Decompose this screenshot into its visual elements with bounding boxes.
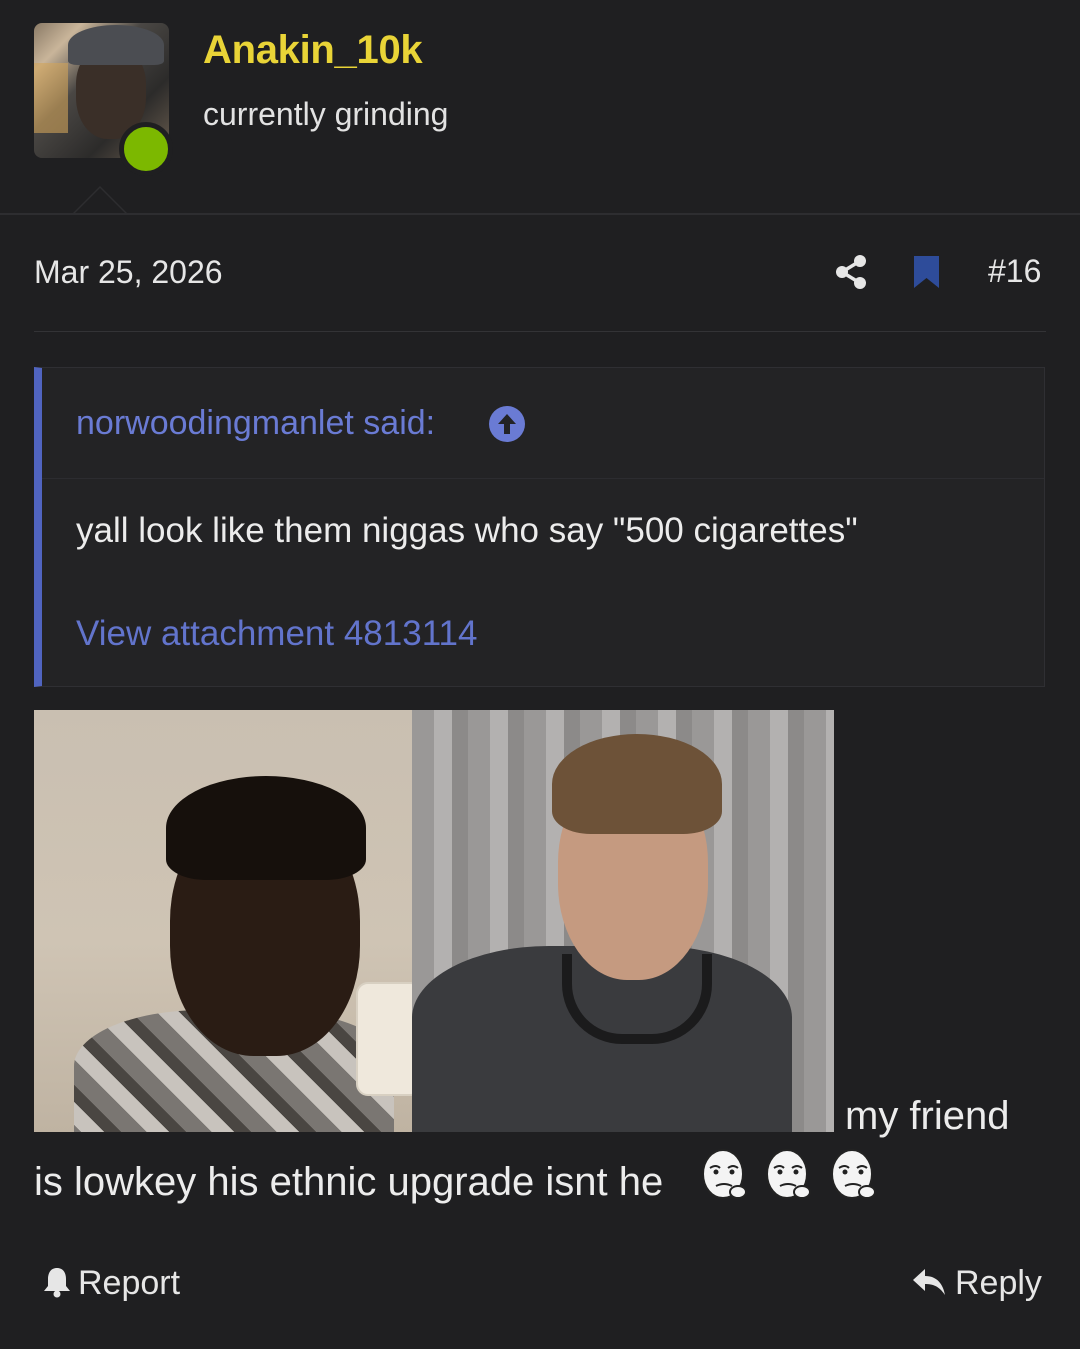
- reply-arrow-icon: [913, 1269, 945, 1295]
- report-label: Report: [78, 1264, 181, 1302]
- thinking-face-emoji-icon: [702, 1149, 747, 1199]
- view-attachment-link[interactable]: View attachment 4813114: [76, 614, 478, 654]
- photo-right: [412, 710, 834, 1132]
- post-date[interactable]: Mar 25, 2026: [34, 254, 223, 291]
- header-pointer: [72, 186, 128, 214]
- quote-author-link[interactable]: norwoodingmanlet said:: [76, 404, 435, 443]
- report-button[interactable]: Report: [42, 1264, 180, 1303]
- post-text: is lowkey his ethnic upgrade isnt he: [34, 1160, 664, 1204]
- header-divider: [0, 213, 1080, 215]
- user-title: currently grinding: [203, 96, 449, 132]
- post-text-inline: my friend: [845, 1094, 1010, 1138]
- post-header: Anakin_10k currently grinding: [0, 0, 1080, 215]
- attached-image[interactable]: [34, 710, 834, 1132]
- thinking-face-emoji-icon: [766, 1149, 812, 1199]
- reply-label: Reply: [955, 1264, 1042, 1302]
- share-icon[interactable]: [834, 254, 868, 290]
- emoji-row: [698, 1148, 887, 1202]
- arrow-up-circle-icon[interactable]: [488, 405, 526, 443]
- bell-icon: [44, 1268, 70, 1298]
- bookmark-icon[interactable]: [913, 255, 940, 289]
- username[interactable]: Anakin_10k: [203, 28, 423, 73]
- photo-left: [34, 710, 422, 1132]
- reply-button[interactable]: Reply: [911, 1264, 1042, 1303]
- quote-block: norwoodingmanlet said: yall look like th…: [34, 367, 1045, 687]
- thinking-face-emoji-icon: [830, 1149, 876, 1199]
- post-number[interactable]: #16: [988, 253, 1041, 290]
- quote-text: yall look like them niggas who say "500 …: [76, 511, 858, 550]
- meta-divider: [34, 331, 1046, 332]
- quote-header: norwoodingmanlet said:: [42, 368, 1044, 479]
- online-status-indicator: [119, 122, 173, 176]
